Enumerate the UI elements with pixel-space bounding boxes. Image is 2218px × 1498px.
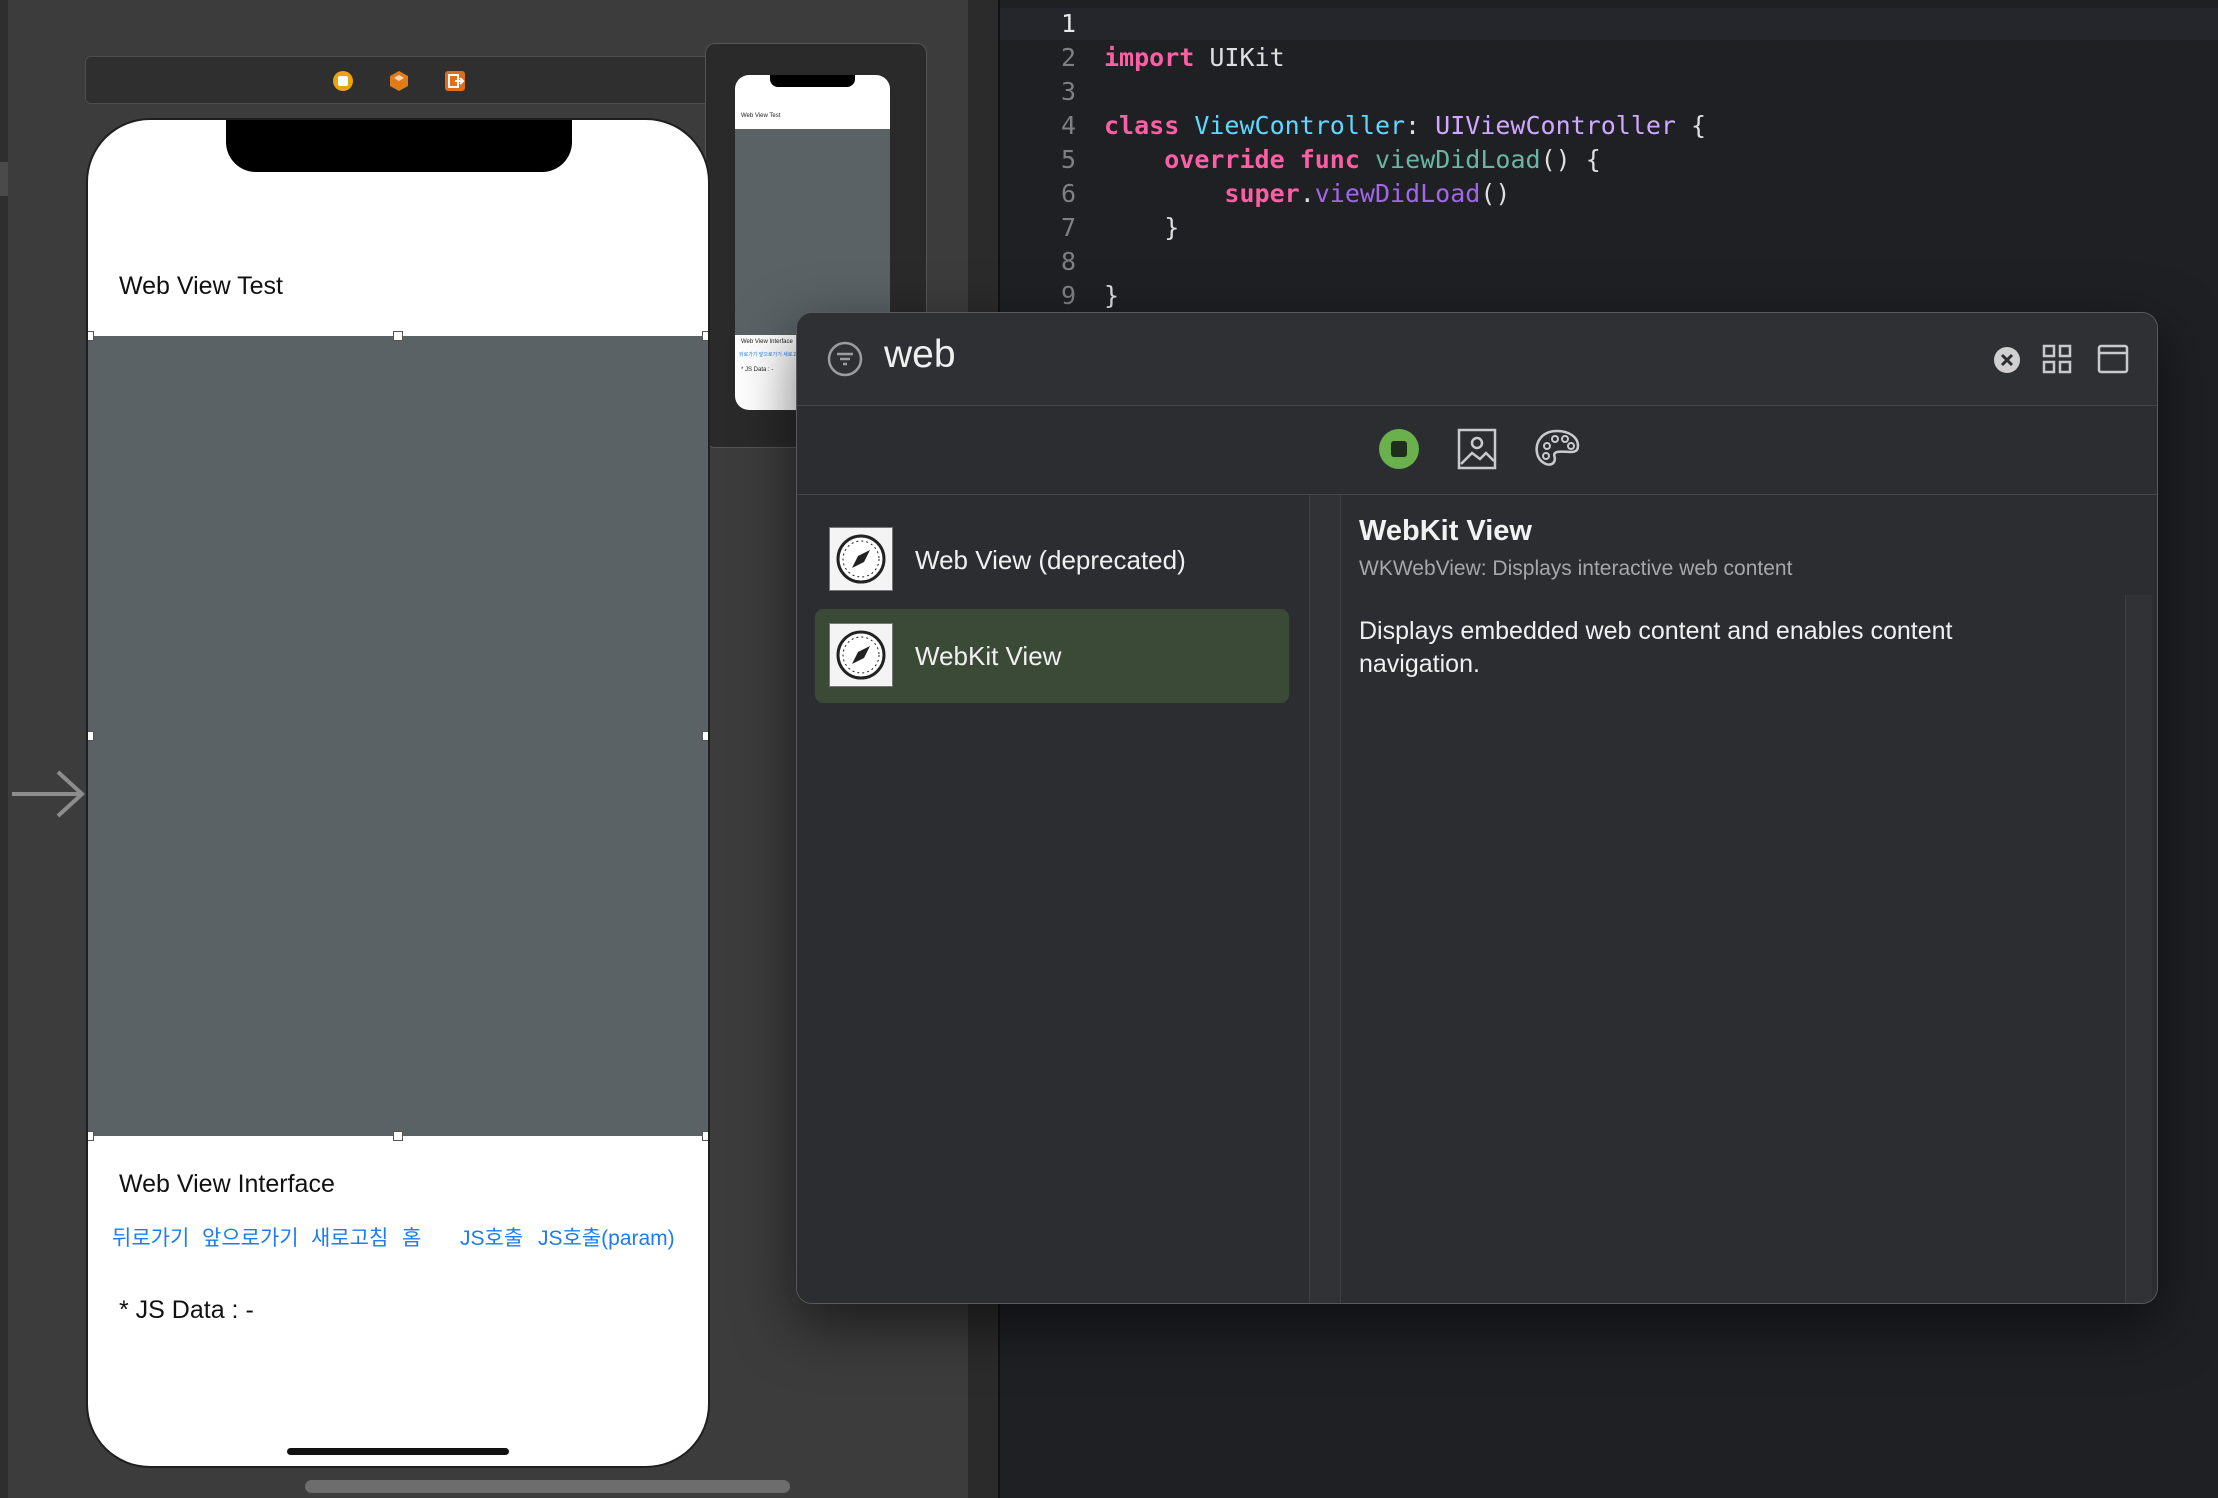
current-line-highlight	[1000, 8, 2218, 40]
code-token: class	[1104, 111, 1180, 140]
first-responder-icon[interactable]	[387, 69, 411, 93]
library-item-label: Web View (deprecated)	[915, 545, 1186, 575]
code-text[interactable]: import UIKit	[1104, 41, 1285, 75]
iphone-scene[interactable]: Web View Test Web View Interface 뒤로가기 앞으…	[88, 120, 708, 1466]
code-token: override	[1164, 145, 1285, 174]
code-token: viewDidLoad	[1374, 145, 1541, 174]
code-token: () {	[1540, 145, 1601, 174]
code-token: viewDidLoad	[1314, 179, 1481, 208]
grid-view-icon[interactable]	[2042, 344, 2072, 379]
resize-handle[interactable]	[88, 731, 94, 741]
webkit-view-placeholder[interactable]	[88, 336, 708, 1136]
view-controller-icon[interactable]	[331, 69, 355, 93]
media-tab-icon[interactable]	[1454, 426, 1500, 477]
library-item-label: WebKit View	[915, 641, 1062, 671]
library-detail-pane: WebKit View WKWebView: Displays interact…	[1341, 495, 2157, 1303]
library-results-list[interactable]: Web View (deprecated) WebKit View	[797, 495, 1309, 1303]
resize-handle[interactable]	[702, 731, 708, 741]
resize-handle[interactable]	[393, 1131, 403, 1141]
list-scroll-gutter[interactable]	[1309, 495, 1341, 1303]
resize-handle[interactable]	[702, 1131, 708, 1141]
js-data-label[interactable]: * JS Data : -	[119, 1296, 254, 1325]
preview-notch	[770, 75, 855, 87]
code-token: UIViewController	[1435, 111, 1676, 140]
code-token: ()	[1480, 179, 1511, 208]
phone-notch	[226, 120, 572, 172]
library-item-webkit-view[interactable]: WebKit View	[815, 609, 1289, 703]
forward-button[interactable]: 앞으로가기	[202, 1222, 299, 1252]
code-token: func	[1299, 145, 1360, 174]
code-text[interactable]: }	[1104, 279, 1119, 313]
js-call-param-button[interactable]: JS호출(param)	[538, 1222, 675, 1252]
detail-scrollbar[interactable]	[2125, 595, 2152, 1303]
filter-icon[interactable]	[827, 341, 863, 382]
canvas-gutter	[0, 0, 8, 1498]
entry-point-arrow-icon[interactable]	[10, 766, 86, 827]
safari-compass-icon	[829, 623, 893, 687]
code-text[interactable]: super.viewDidLoad()	[1104, 177, 1510, 211]
clear-search-icon[interactable]	[1992, 345, 2022, 380]
code-token: UIKit	[1194, 43, 1285, 72]
code-token: .	[1299, 179, 1315, 208]
home-indicator	[287, 1448, 509, 1455]
line-number: 9	[1060, 281, 1076, 310]
library-search-bar[interactable]: web	[797, 313, 2157, 406]
detail-subtitle: WKWebView: Displays interactive web cont…	[1359, 557, 1793, 580]
preview-js-data: * JS Data : -	[741, 367, 774, 373]
code-text[interactable]: class ViewController: UIViewController {	[1104, 109, 1706, 143]
interface-label[interactable]: Web View Interface	[119, 1170, 335, 1199]
preview-title-label: Web View Test	[741, 113, 781, 119]
gutter-marker	[0, 162, 8, 196]
line-number: 1	[1060, 9, 1076, 38]
line-number: 3	[1060, 77, 1076, 106]
js-call-button[interactable]: JS호출	[460, 1222, 523, 1252]
resize-handle[interactable]	[393, 331, 403, 341]
code-token: ViewController	[1194, 111, 1406, 140]
home-button[interactable]: 홈	[402, 1222, 421, 1252]
resize-handle[interactable]	[88, 1131, 94, 1141]
line-number: 4	[1060, 111, 1076, 140]
code-token: }	[1104, 281, 1120, 310]
library-item-web-view-deprecated[interactable]: Web View (deprecated)	[815, 513, 1289, 607]
reload-button[interactable]: 새로고침	[311, 1222, 388, 1252]
exit-icon[interactable]	[443, 69, 467, 93]
line-number: 7	[1060, 213, 1076, 242]
code-token: {	[1675, 111, 1707, 140]
preview-web-view	[735, 129, 890, 335]
resize-handle[interactable]	[88, 331, 94, 341]
objects-tab-icon[interactable]	[1376, 426, 1422, 477]
line-number: 2	[1060, 43, 1076, 72]
code-text[interactable]: override func viewDidLoad() {	[1104, 143, 1601, 177]
line-number: 6	[1060, 179, 1076, 208]
code-token: :	[1405, 111, 1436, 140]
preview-interface-label: Web View Interface	[741, 339, 793, 345]
title-label[interactable]: Web View Test	[119, 272, 283, 301]
object-library-panel[interactable]: web Web View (deprecated) WebKit View We…	[796, 312, 2158, 1304]
code-token: import	[1104, 43, 1195, 72]
library-tabs	[797, 406, 2157, 495]
colors-tab-icon[interactable]	[1532, 426, 1582, 477]
library-search-input[interactable]: web	[884, 333, 956, 377]
detail-title: WebKit View	[1359, 515, 1532, 547]
code-token: }	[1104, 213, 1180, 242]
code-token: super	[1224, 179, 1300, 208]
line-number: 5	[1060, 145, 1076, 174]
detail-description: Displays embedded web content and enable…	[1359, 617, 1953, 678]
resize-handle[interactable]	[702, 331, 708, 341]
scene-dock-bar[interactable]	[85, 56, 717, 104]
detach-window-icon[interactable]	[2097, 343, 2129, 380]
horizontal-scrollbar[interactable]	[305, 1480, 790, 1493]
code-text[interactable]: }	[1104, 211, 1179, 245]
safari-compass-icon	[829, 527, 893, 591]
line-number: 8	[1060, 247, 1076, 276]
back-button[interactable]: 뒤로가기	[112, 1222, 189, 1252]
